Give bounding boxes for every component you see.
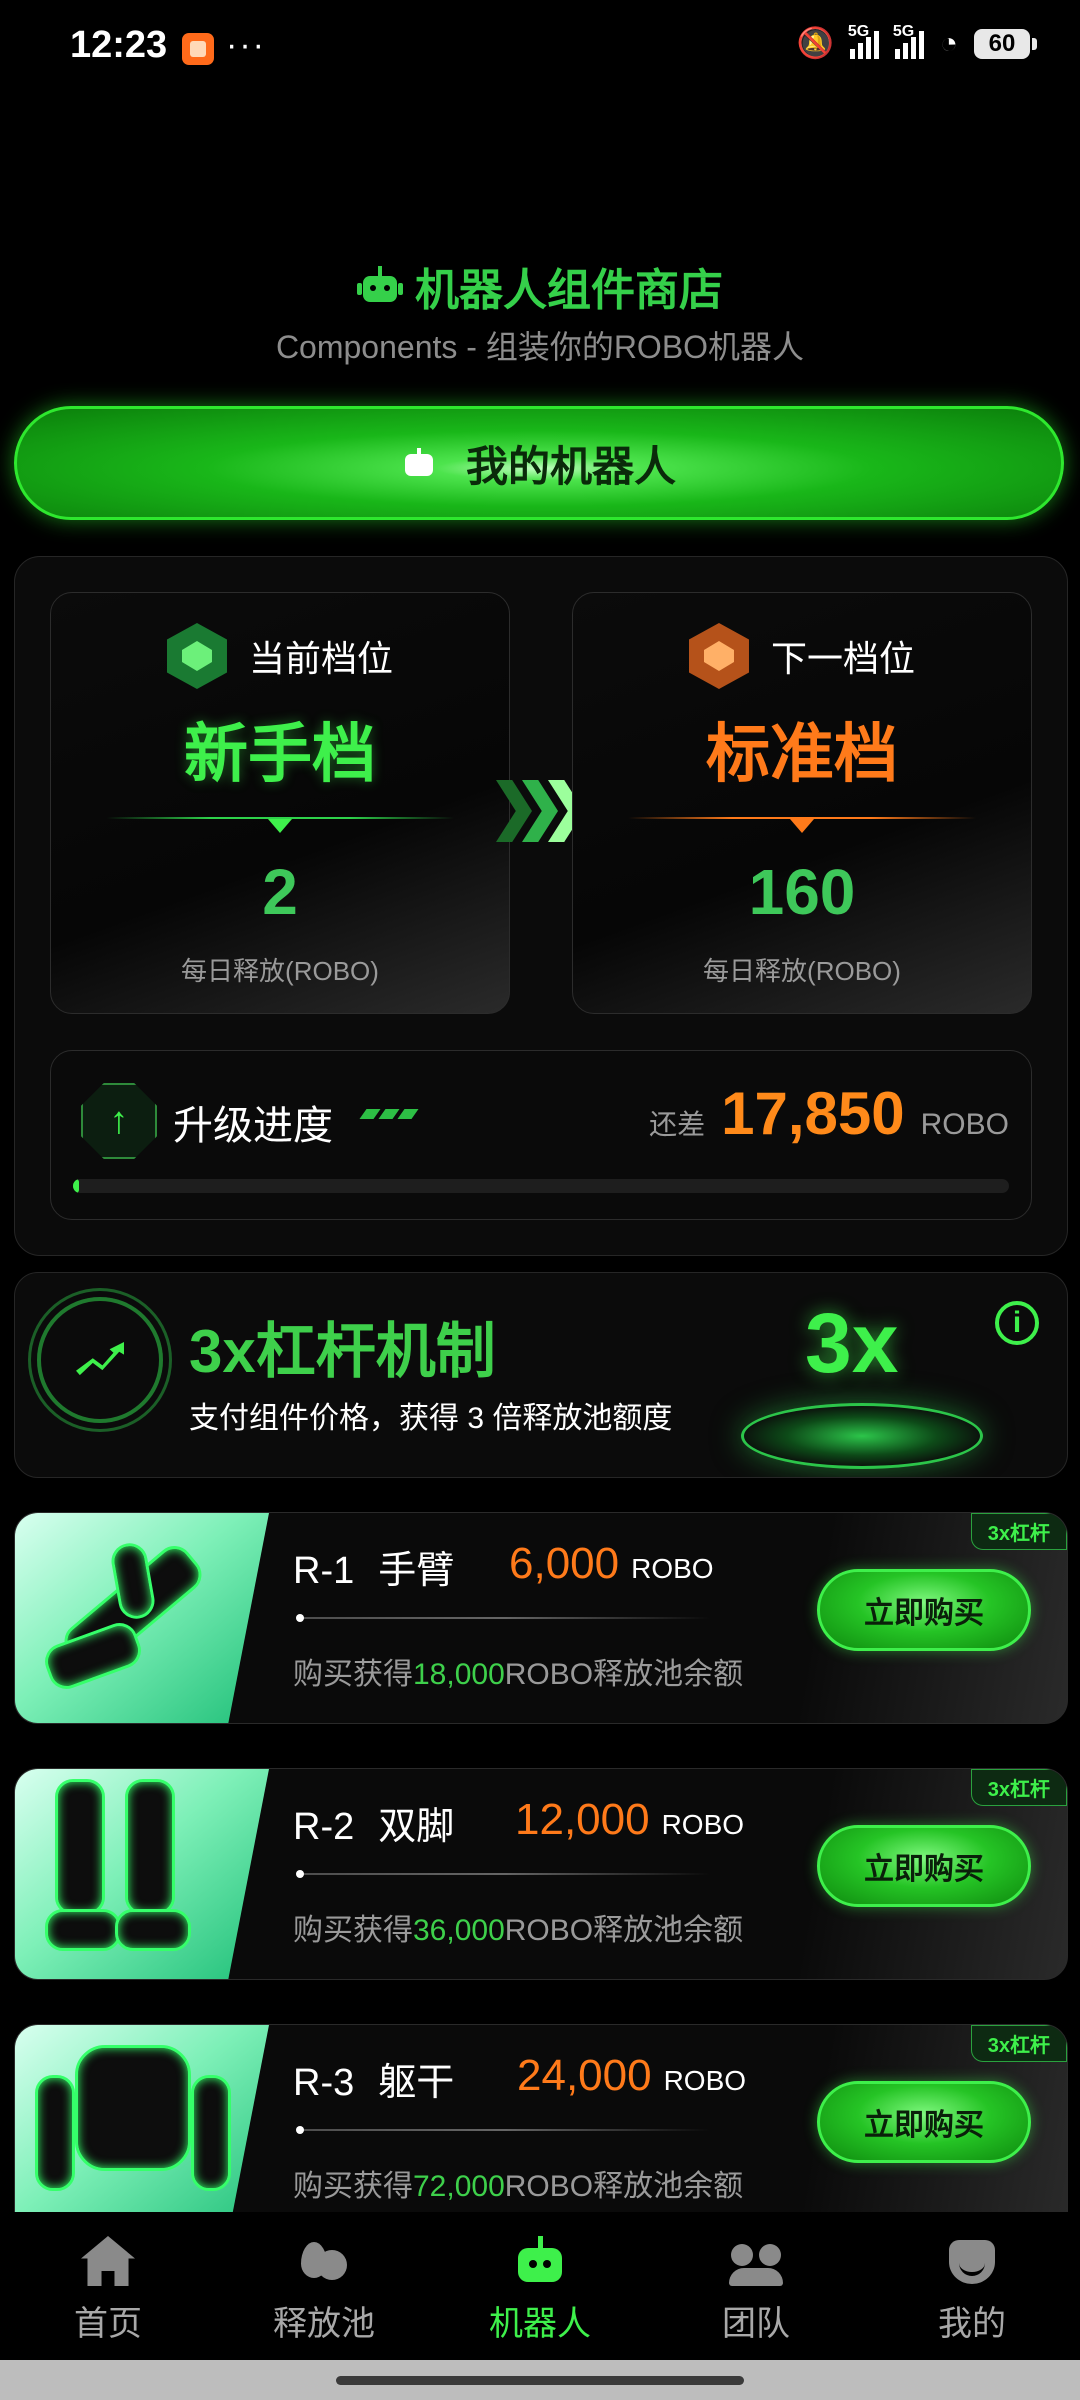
robot-icon (357, 266, 403, 306)
product-description: 购买获得36,000ROBO释放池余额 (293, 1914, 744, 1947)
info-icon[interactable]: i (995, 1301, 1039, 1345)
robot-icon (513, 2236, 567, 2286)
nav-item-profile[interactable]: 我的 (864, 2212, 1080, 2360)
nav-label: 首页 (74, 2305, 142, 2343)
product-name: 躯干 (378, 2062, 455, 2104)
product-code: R-2 (293, 1806, 355, 1848)
tier-badge-icon (688, 623, 749, 689)
product-code: R-1 (293, 1550, 355, 1592)
pool-icon (297, 2236, 351, 2286)
pointer-icon (268, 819, 292, 833)
buy-now-button[interactable]: 立即购买 (817, 1825, 1031, 1907)
robot-arm-image (15, 1513, 269, 1723)
nav-label: 释放池 (273, 2305, 375, 2343)
leverage-title: 3x杠杆机制 (189, 1318, 496, 1385)
leverage-card: 3x杠杆机制 支付组件价格，获得 3 倍释放池额度 3x i (14, 1272, 1068, 1478)
nav-item-robot[interactable]: 机器人 (432, 2212, 648, 2360)
nav-item-team[interactable]: 团队 (648, 2212, 864, 2360)
nav-item-pool[interactable]: 释放池 (216, 2212, 432, 2360)
home-gesture-bar[interactable] (336, 2376, 744, 2385)
nav-item-home[interactable]: 首页 (0, 2212, 216, 2360)
leverage-badge: 3x (805, 1296, 899, 1390)
upgrade-progress-card: ↑ 升级进度 还差 17,850 ROBO (50, 1050, 1032, 1220)
current-tier-name: 新手档 (184, 718, 376, 790)
product-card: R-1 手臂 6,000 ROBO 购买获得18,000ROBO释放池余额 立即购买… (14, 1512, 1068, 1724)
page-subtitle: Components - 组装你的ROBO机器人 (275, 329, 805, 365)
product-code: R-3 (293, 2062, 355, 2104)
tier-badge-icon (166, 623, 227, 689)
upgrade-progress-label: 升级进度 (173, 1104, 333, 1148)
next-tier-value: 160 (748, 856, 856, 928)
progress-track (73, 1179, 1009, 1193)
current-tier-value: 2 (262, 856, 298, 928)
current-tier-unit: 每日释放(ROBO) (181, 956, 379, 986)
next-tier-label: 下一档位 (770, 638, 915, 679)
my-robot-button[interactable]: 我的机器人 (14, 406, 1064, 520)
my-robot-button-label: 我的机器人 (465, 442, 676, 490)
product-card: R-3 躯干 24,000 ROBO 购买获得72,000ROBO释放池余额 立即购… (14, 2024, 1068, 2236)
product-name: 双脚 (378, 1806, 455, 1848)
mute-icon: 🔕 (796, 27, 834, 60)
remaining-unit: ROBO (920, 1108, 1009, 1141)
robot-torso-image (15, 2025, 269, 2235)
signal-2-icon: 5G (893, 23, 924, 59)
status-icons: 🔕 5G 5G ◔ 60 (796, 23, 1037, 61)
home-icon (81, 2236, 135, 2286)
more-notifications-icon: ··· (226, 26, 266, 64)
divider (296, 1870, 710, 1878)
product-price: 24,000 (517, 2051, 652, 2100)
product-description: 购买获得18,000ROBO释放池余额 (293, 1658, 744, 1691)
wifi-icon: ◔ (939, 26, 958, 60)
nav-label: 团队 (722, 2305, 790, 2343)
team-icon (729, 2236, 783, 2286)
signal-1-icon: 5G (848, 23, 879, 59)
robot-legs-image (15, 1769, 269, 1979)
product-card: R-2 双脚 12,000 ROBO 购买获得36,000ROBO释放池余额 立即购… (14, 1768, 1068, 1980)
nav-label: 机器人 (489, 2305, 591, 2343)
leverage-tag: 3x杠杆 (970, 1513, 1067, 1550)
battery-icon: 60 (974, 28, 1037, 59)
divider (296, 1614, 710, 1622)
buy-now-button[interactable]: 立即购买 (817, 1569, 1031, 1651)
bottom-nav: 首页 释放池 机器人 团队 我的 (0, 2212, 1080, 2360)
robot-icon (402, 448, 436, 478)
page-title: 机器人组件商店 (0, 254, 1080, 318)
nav-label: 我的 (938, 2305, 1006, 2343)
next-tier-card: 下一档位 标准档 160 每日释放(ROBO) (572, 592, 1032, 1014)
leverage-description: 支付组件价格，获得 3 倍释放池额度 (189, 1402, 673, 1435)
remaining-amount: 17,850 (721, 1080, 905, 1147)
product-currency: ROBO (663, 2065, 747, 2096)
current-tier-card: 当前档位 新手档 2 每日释放(ROBO) (50, 592, 510, 1014)
next-tier-name: 标准档 (706, 718, 898, 790)
platform-graphic (741, 1403, 983, 1469)
arrow-up-icon: ↑ (81, 1083, 157, 1159)
product-name: 手臂 (378, 1550, 455, 1592)
page-title-text: 机器人组件商店 (415, 266, 723, 315)
product-price: 12,000 (515, 1795, 650, 1844)
divider (296, 2126, 710, 2134)
current-tier-label: 当前档位 (248, 638, 393, 679)
product-currency: ROBO (661, 1809, 745, 1840)
progress-fill (73, 1179, 79, 1193)
buy-now-button[interactable]: 立即购买 (817, 2081, 1031, 2163)
product-description: 购买获得72,000ROBO释放池余额 (293, 2170, 744, 2203)
remaining-prefix: 还差 (649, 1109, 706, 1140)
status-time: 12:23 (70, 24, 168, 66)
decorative-slashes-icon (359, 1109, 419, 1119)
trend-up-icon (37, 1297, 163, 1423)
notification-app-icon (182, 33, 214, 65)
next-tier-unit: 每日释放(ROBO) (703, 956, 901, 986)
leverage-tag: 3x杠杆 (970, 2025, 1067, 2062)
product-price: 6,000 (509, 1539, 620, 1588)
product-currency: ROBO (631, 1553, 714, 1584)
leverage-tag: 3x杠杆 (970, 1769, 1067, 1806)
profile-icon (945, 2236, 999, 2286)
pointer-icon (790, 819, 814, 833)
